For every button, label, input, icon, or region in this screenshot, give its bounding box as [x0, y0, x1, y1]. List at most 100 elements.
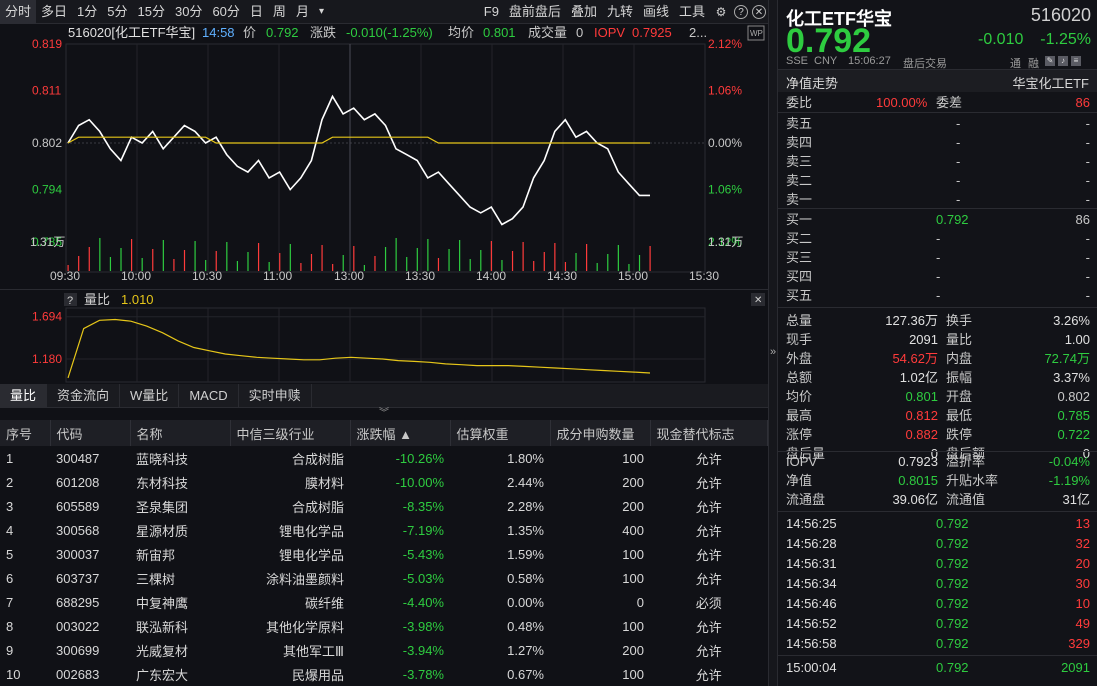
period-tab[interactable]: 日 — [245, 0, 268, 24]
period-tab[interactable]: 月 — [291, 0, 314, 24]
col-header[interactable]: 代码 — [50, 420, 131, 446]
panel-divider[interactable]: » — [768, 0, 778, 686]
tick-time: 14:56:25 — [786, 516, 837, 531]
ask-price: - — [956, 173, 961, 188]
iopv-stat-row: 净值 0.8015 升贴水率 -1.19% — [786, 471, 1090, 490]
table-cell: 605589 — [56, 498, 100, 514]
period-tab[interactable]: 周 — [268, 0, 291, 24]
tick-volume: 13 — [1075, 516, 1090, 531]
col-header[interactable]: 序号 — [0, 420, 51, 446]
tools-button[interactable]: 工具 — [674, 0, 710, 24]
help-icon[interactable]: ? — [734, 4, 748, 19]
avg-label: 均价 — [448, 25, 474, 40]
y-tick-label: 0.811 — [32, 84, 61, 98]
bid-level-row: 买一 0.792 86 — [786, 210, 1090, 229]
period-tab[interactable]: 5分 — [102, 0, 132, 24]
period-tab[interactable]: 多日 — [36, 0, 72, 24]
wp-badge[interactable]: WP — [750, 29, 763, 38]
table-cell: 0.00% — [507, 594, 544, 610]
ask-volume: - — [1085, 173, 1090, 188]
period-tab[interactable]: 15分 — [133, 0, 170, 24]
expand-right-icon[interactable]: » — [770, 346, 776, 358]
close-icon[interactable]: ✕ — [752, 4, 766, 19]
tick-price: 0.792 — [936, 516, 969, 531]
pre-post-market-button[interactable]: 盘前盘后 — [504, 0, 566, 24]
tick-time: 14:56:52 — [786, 616, 837, 631]
y-tick-pct-label: 2.12% — [708, 37, 742, 51]
section-divider — [778, 511, 1097, 512]
intraday-chart[interactable]: 516020[化工ETF华宝] 14:58 价 0.792 涨跌 -0.010(… — [0, 24, 768, 286]
tab-realtime-subscription[interactable]: 实时申赎 — [239, 384, 312, 407]
period-tab[interactable]: 60分 — [207, 0, 244, 24]
pencil-icon[interactable]: ✎ — [1045, 56, 1055, 66]
period-tab[interactable]: 1分 — [72, 0, 102, 24]
volume-ratio-chart[interactable]: ? 量比 1.010 ✕ 1.694 1.180 — [0, 290, 768, 384]
table-row[interactable]: 5 300037 新宙邦 锂电化学品 -5.43% 1.59% 100 允许 — [0, 542, 768, 566]
volume-bar — [247, 252, 249, 271]
overlay-button[interactable]: 叠加 — [566, 0, 602, 24]
volume-bar — [564, 262, 567, 271]
table-cell: 100 — [622, 618, 644, 634]
list-icon[interactable]: ≡ — [1071, 56, 1081, 66]
volume-bar — [543, 252, 545, 271]
f9-button[interactable]: F9 — [479, 0, 504, 24]
tab-volume-ratio[interactable]: 量比 — [0, 384, 48, 407]
bid-price: - — [936, 288, 941, 303]
nav-fund-name[interactable]: 华宝化工ETF — [1012, 73, 1089, 92]
chart-panel: 分时 多日 1分 5分 15分 30分 60分 日 周 月 ▾ F9 盘前盘后 … — [0, 0, 768, 686]
gear-icon[interactable]: ⚙ — [712, 3, 730, 21]
period-tab[interactable]: 30分 — [170, 0, 207, 24]
iopv-stat-value: -1.19% — [1048, 473, 1090, 488]
tab-fund-flow[interactable]: 资金流向 — [47, 384, 121, 407]
bid-label: 买二 — [786, 231, 813, 246]
ask-price: - — [956, 154, 961, 169]
table-cell: -5.43% — [402, 546, 444, 562]
chevron-down-icon[interactable]: ︾ — [0, 408, 768, 420]
col-header[interactable]: 名称 — [130, 420, 231, 446]
bid-volume: - — [1085, 231, 1090, 246]
tab-w-volume-ratio[interactable]: W量比 — [120, 384, 180, 407]
col-header[interactable]: 中信三级行业 — [230, 420, 351, 446]
volume-bar — [99, 238, 101, 271]
table-row[interactable]: 1 300487 蓝晓科技 合成树脂 -10.26% 1.80% 100 允许 — [0, 446, 768, 470]
more-periods-dropdown[interactable]: ▾ — [314, 0, 329, 24]
table-row[interactable]: 7 688295 中复神鹰 碳纤维 -4.40% 0.00% 0 必须 — [0, 590, 768, 614]
bid-level-row: 买四 - - — [786, 267, 1090, 286]
table-cell: 2.44% — [507, 474, 544, 490]
nav-trend-link[interactable]: 净值走势 — [786, 73, 838, 92]
table-row[interactable]: 4 300568 星源材质 锂电化学品 -7.19% 1.35% 400 允许 — [0, 518, 768, 542]
bid-label: 买三 — [786, 250, 813, 265]
table-row[interactable]: 8 003022 联泓新科 其他化学原料 -3.98% 0.48% 100 允许 — [0, 614, 768, 638]
bid-level-row: 买三 - - — [786, 248, 1090, 267]
iopv-value: 0.7925 — [632, 25, 672, 40]
col-header[interactable]: 估算权重 — [450, 420, 551, 446]
col-header[interactable]: 现金替代标志 — [650, 420, 768, 446]
weicha-label: 委差 — [936, 95, 963, 110]
table-cell: -8.35% — [402, 498, 444, 514]
stat-row: 现手 2091 量比 1.00 — [786, 330, 1090, 349]
table-cell: 圣泉集团 — [136, 499, 189, 515]
table-row[interactable]: 9 300699 光威复材 其他军工Ⅲ -3.94% 1.27% 200 允许 — [0, 638, 768, 662]
bell-icon[interactable]: ♪ — [1058, 56, 1068, 66]
table-row[interactable]: 6 603737 三棵树 涂料油墨颜料 -5.03% 0.58% 100 允许 — [0, 566, 768, 590]
table-row[interactable]: 2 601208 东材科技 膜材料 -10.00% 2.44% 200 允许 — [0, 470, 768, 494]
col-header[interactable]: 成分申购数量 — [550, 420, 651, 446]
volume-bar — [459, 240, 461, 271]
tab-macd[interactable]: MACD — [179, 384, 239, 407]
iopv-stat-label: 溢折率 — [946, 454, 986, 469]
sub-chart-help-icon[interactable]: ? — [67, 295, 73, 307]
table-row[interactable]: 10 002683 广东宏大 民爆用品 -3.78% 0.67% 100 允许 — [0, 662, 768, 686]
close-icon[interactable]: ✕ — [754, 295, 762, 306]
table-row[interactable]: 3 605589 圣泉集团 合成树脂 -8.35% 2.28% 200 允许 — [0, 494, 768, 518]
col-header-sorted[interactable]: 涨跌幅 ▲ — [350, 420, 451, 446]
stat-label: 外盘 — [786, 351, 813, 366]
draw-line-button[interactable]: 画线 — [638, 0, 674, 24]
exchange-label: SSE — [786, 55, 809, 67]
table-cell: 联泓新科 — [136, 619, 189, 635]
nine-turn-button[interactable]: 九转 — [602, 0, 638, 24]
table-cell: 200 — [622, 642, 644, 658]
table-cell: 300699 — [56, 642, 100, 658]
ask-level-row: 卖五 - - — [786, 114, 1090, 133]
table-cell: 膜材料 — [304, 475, 344, 491]
period-tab[interactable]: 分时 — [0, 0, 37, 24]
